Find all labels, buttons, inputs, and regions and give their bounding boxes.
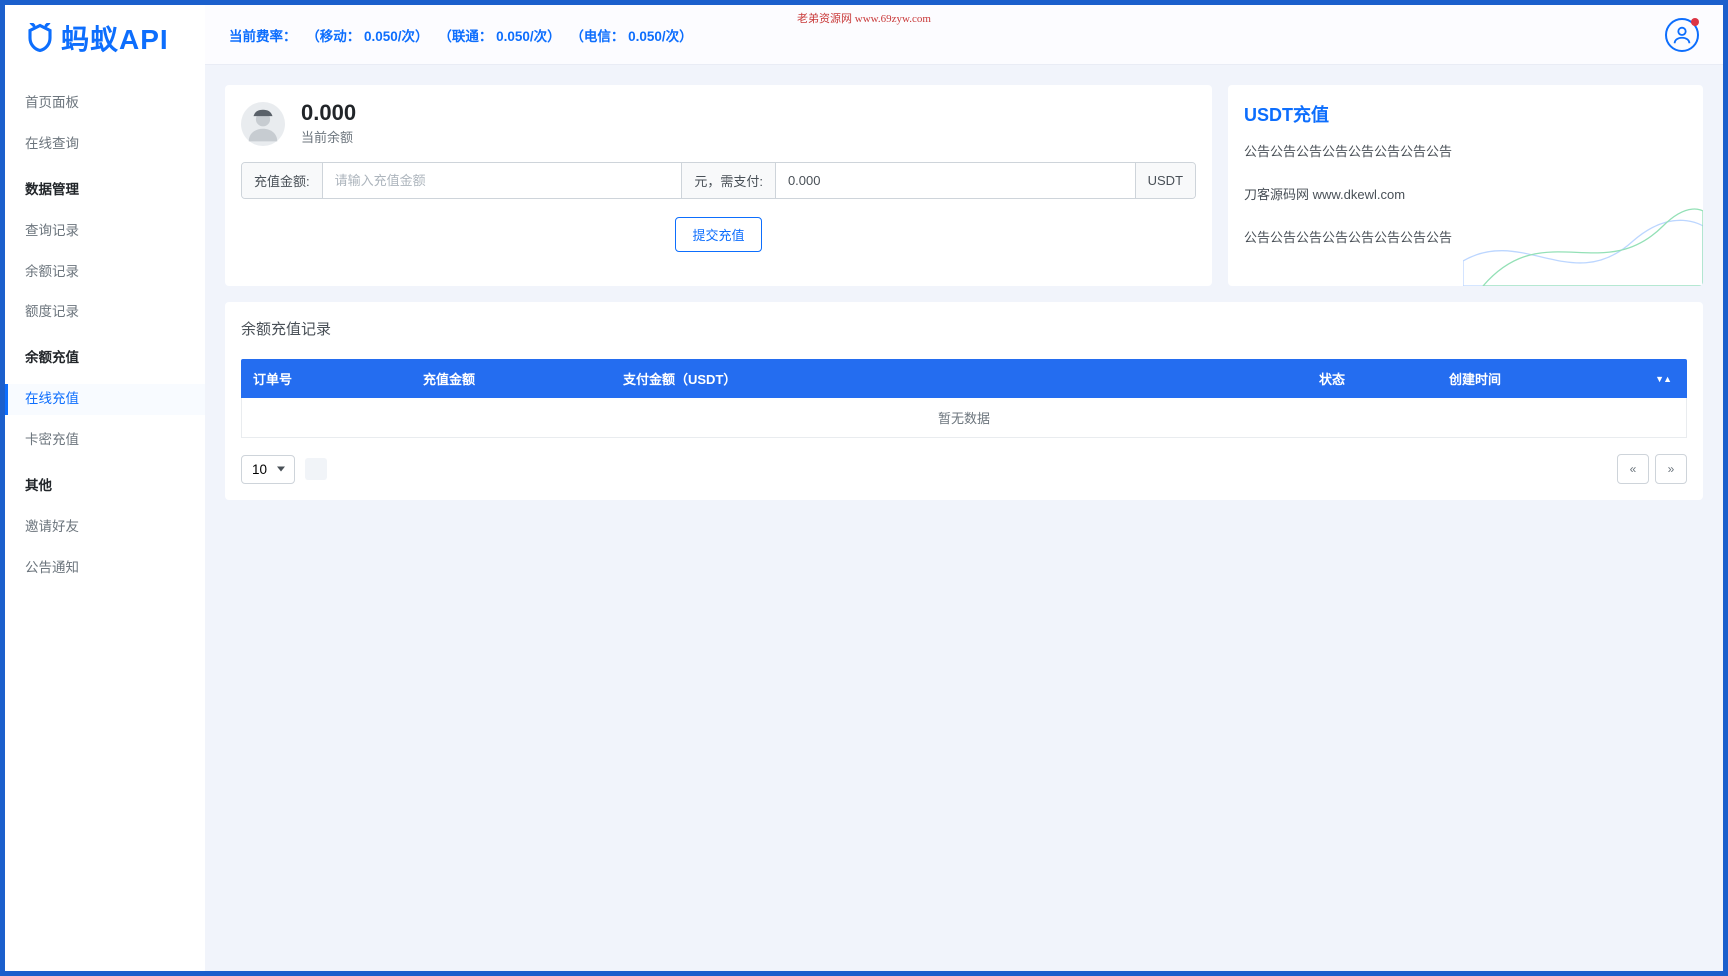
balance-avatar	[241, 102, 285, 146]
col-amount[interactable]: 充值金额	[411, 359, 611, 398]
amount-input[interactable]	[323, 163, 682, 198]
submit-recharge-button[interactable]: 提交充值	[675, 217, 761, 252]
nav-invite[interactable]: 邀请好友	[5, 512, 205, 543]
next-page-button[interactable]: »	[1655, 454, 1687, 484]
notice-line-3: 公告公告公告公告公告公告公告公告	[1244, 227, 1687, 246]
col-time[interactable]: 创建时间 ▼▲	[1437, 359, 1687, 398]
recharge-input-group: 充值金额: 元，需支付: USDT	[241, 162, 1196, 199]
page-size-select[interactable]: 10	[241, 455, 295, 484]
pay-amount-display	[776, 163, 1135, 198]
rate-label: 当前费率：	[229, 29, 297, 44]
col-time-label: 创建时间	[1449, 369, 1501, 388]
rate-unicom: （联通： 0.050/次）	[438, 29, 560, 44]
usdt-notice-panel: USDT充值 公告公告公告公告公告公告公告公告 刀客源码网 www.dkewl.…	[1228, 85, 1703, 286]
col-status[interactable]: 状态	[1307, 359, 1437, 398]
logo-icon	[25, 23, 55, 53]
amount-label: 充值金额:	[242, 163, 323, 198]
person-icon	[244, 105, 282, 143]
usdt-title: USDT充值	[1244, 101, 1687, 127]
records-title: 余额充值记录	[241, 318, 1687, 339]
app-logo[interactable]: 蚂蚁API	[5, 5, 205, 70]
nav-notice[interactable]: 公告通知	[5, 553, 205, 584]
topbar: 当前费率： （移动： 0.050/次） （联通： 0.050/次） （电信： 0…	[205, 5, 1723, 65]
balance-label: 当前余额	[301, 127, 356, 146]
notice-line-1: 公告公告公告公告公告公告公告公告	[1244, 141, 1687, 160]
user-icon	[1671, 24, 1693, 46]
nav-query-records[interactable]: 查询记录	[5, 216, 205, 247]
user-avatar-button[interactable]	[1665, 18, 1699, 52]
logo-text: 蚂蚁API	[61, 18, 169, 58]
notice-line-2: 刀客源码网 www.dkewl.com	[1244, 184, 1687, 203]
prev-page-button[interactable]: «	[1617, 454, 1649, 484]
page-info	[305, 458, 327, 480]
currency-label: USDT	[1135, 163, 1195, 198]
nav-header-other: 其他	[5, 466, 205, 502]
recharge-panel: 0.000 当前余额 充值金额: 元，需支付: USDT 提交充值	[225, 85, 1212, 286]
col-pay[interactable]: 支付金额（USDT）	[611, 359, 1307, 398]
pagination-row: 10 « »	[241, 454, 1687, 484]
table-empty: 暂无数据	[241, 398, 1687, 438]
sidebar-nav: 首页面板 在线查询 数据管理 查询记录 余额记录 额度记录 余额充值 在线充值 …	[5, 70, 205, 584]
nav-quota-records[interactable]: 额度记录	[5, 297, 205, 328]
nav-dashboard[interactable]: 首页面板	[5, 88, 205, 119]
rate-telecom: （电信： 0.050/次）	[570, 29, 692, 44]
nav-online-query[interactable]: 在线查询	[5, 129, 205, 160]
nav-balance-records[interactable]: 余额记录	[5, 257, 205, 288]
rate-bar: 当前费率： （移动： 0.050/次） （联通： 0.050/次） （电信： 0…	[229, 25, 699, 45]
balance-value: 0.000	[301, 101, 356, 125]
main-content: 当前费率： （移动： 0.050/次） （联通： 0.050/次） （电信： 0…	[205, 5, 1723, 971]
table-header: 订单号 充值金额 支付金额（USDT） 状态 创建时间 ▼▲	[241, 359, 1687, 398]
watermark-text: 老弟资源网 www.69zyw.com	[797, 10, 931, 26]
col-order[interactable]: 订单号	[241, 359, 411, 398]
unit-label: 元，需支付:	[681, 163, 776, 198]
nav-header-recharge: 余额充值	[5, 338, 205, 374]
sort-indicator-icon: ▼▲	[1655, 374, 1671, 384]
nav-header-data: 数据管理	[5, 170, 205, 206]
nav-online-recharge[interactable]: 在线充值	[5, 384, 205, 415]
records-panel: 余额充值记录 订单号 充值金额 支付金额（USDT） 状态 创建时间 ▼▲ 暂无…	[225, 302, 1703, 500]
rate-mobile: （移动： 0.050/次）	[306, 29, 428, 44]
nav-card-recharge[interactable]: 卡密充值	[5, 425, 205, 456]
sidebar: 蚂蚁API 首页面板 在线查询 数据管理 查询记录 余额记录 额度记录 余额充值…	[5, 5, 205, 971]
